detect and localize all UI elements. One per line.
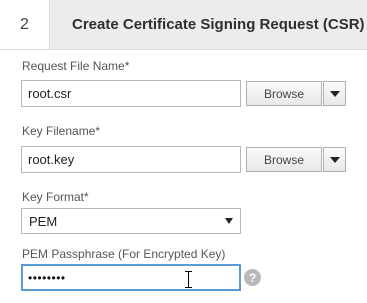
step-header: 2 Create Certificate Signing Request (CS… <box>0 0 367 50</box>
pem-passphrase-masked-value: •••••••• <box>28 270 66 285</box>
step-number: 2 <box>0 0 50 50</box>
pem-passphrase-input[interactable]: •••••••• <box>21 264 241 291</box>
text-cursor-icon <box>184 271 193 288</box>
key-file-browse-button[interactable]: Browse <box>246 147 322 172</box>
request-file-label: Request File Name* <box>22 59 130 73</box>
pem-passphrase-label: PEM Passphrase (For Encrypted Key) <box>22 247 226 261</box>
help-icon[interactable]: ? <box>244 269 261 286</box>
key-file-label: Key Filename* <box>22 124 101 138</box>
step-title: Create Certificate Signing Request (CSR) <box>72 16 365 33</box>
request-file-browse-button[interactable]: Browse <box>246 81 322 106</box>
dropdown-arrow-icon <box>329 90 340 97</box>
request-file-browse-dropdown[interactable] <box>323 81 346 106</box>
key-format-select[interactable]: PEM <box>21 208 241 234</box>
select-caret-icon <box>225 218 233 224</box>
request-file-input[interactable] <box>21 80 241 107</box>
dropdown-arrow-icon <box>329 156 340 163</box>
key-file-input[interactable] <box>21 146 241 173</box>
step-title-bar: Create Certificate Signing Request (CSR) <box>50 0 367 50</box>
key-format-selected-value: PEM <box>29 213 58 229</box>
key-file-browse-dropdown[interactable] <box>323 147 346 172</box>
key-format-label: Key Format* <box>22 190 89 204</box>
